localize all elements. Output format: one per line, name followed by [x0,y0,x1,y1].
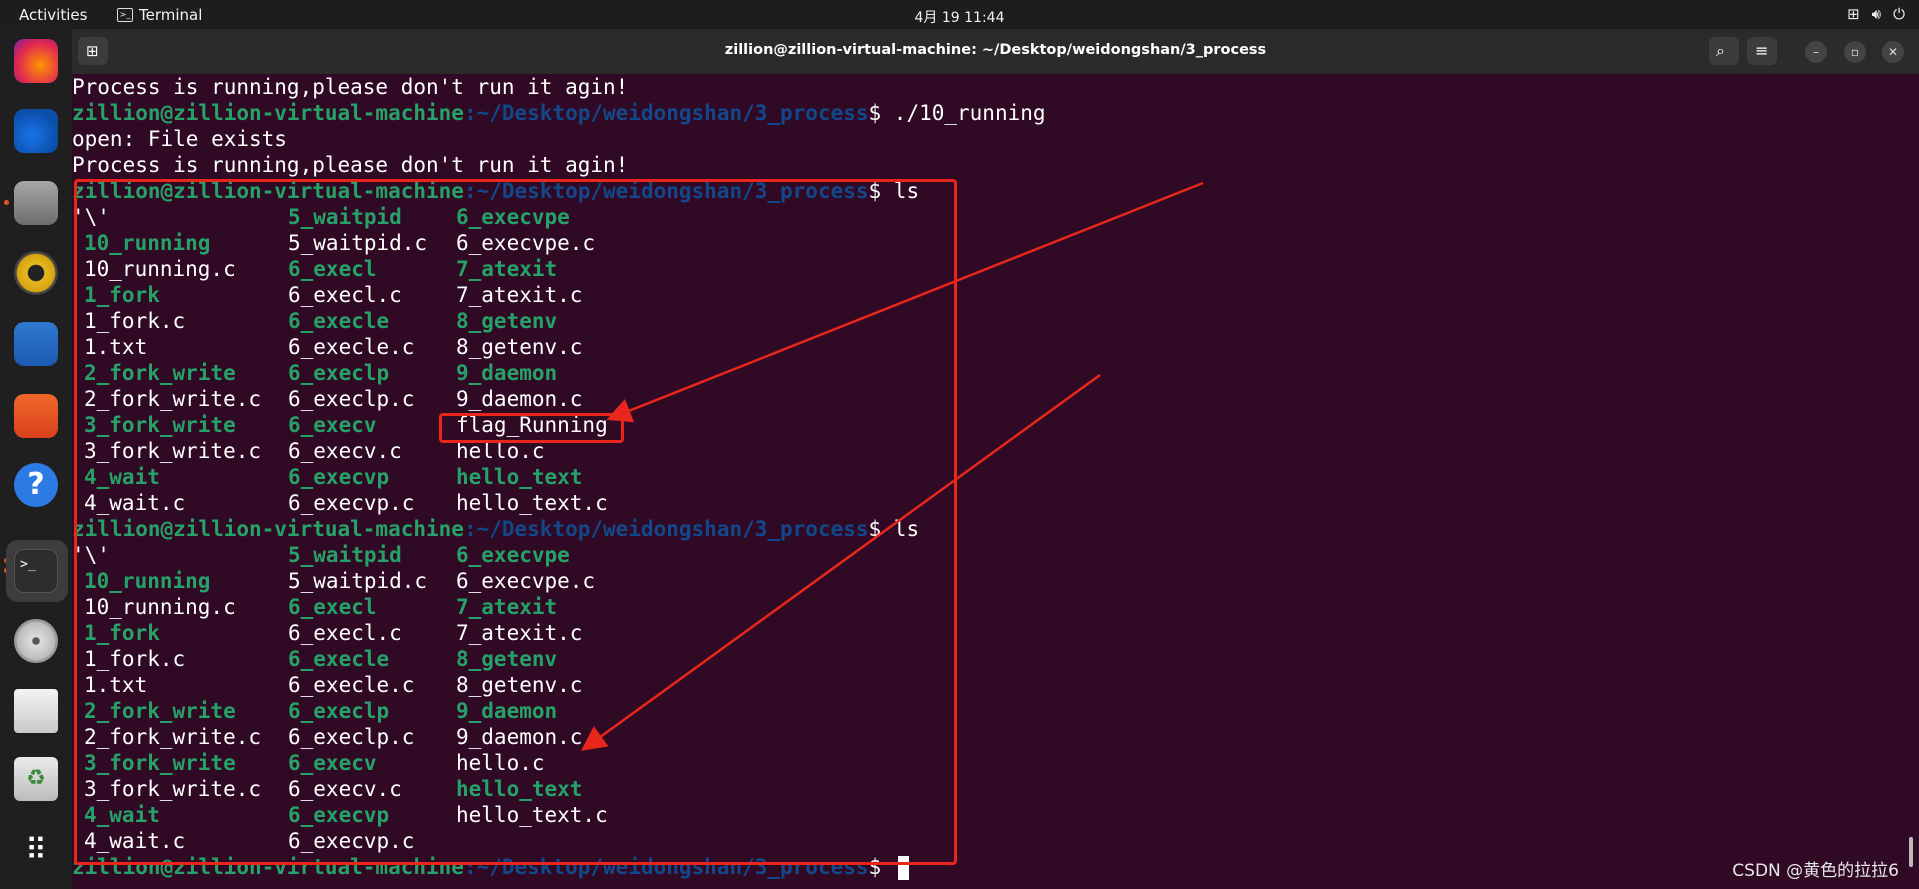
annotation-box-listings [74,179,957,865]
terminal-scrollbar[interactable] [1909,837,1913,867]
prompt-user: zillion@zillion-virtual-machine [72,101,464,125]
maximize-button[interactable]: ▫ [1844,41,1866,63]
ubuntu-software-icon[interactable] [14,394,58,438]
terminal-headerbar: ⊞ zillion@zillion-virtual-machine: ~/Des… [72,29,1919,74]
libreoffice-writer-icon[interactable] [14,322,58,366]
prompt-path: :~/Desktop/weidongshan/3_process [463,101,869,125]
thunderbird-icon[interactable] [14,109,58,153]
prompt-line: zillion@zillion-virtual-machine:~/Deskto… [72,100,1046,126]
dock: ? >_ ♻ ⠿ [0,29,72,889]
search-button[interactable]: ⌕ [1709,37,1739,65]
hamburger-menu-icon: ≡ [1755,41,1769,60]
close-button[interactable]: ✕ [1882,41,1904,63]
trash-icon[interactable]: ♻ [14,757,58,801]
output-line: Process is running,please don't run it a… [72,75,629,99]
minimize-button[interactable]: – [1805,41,1827,63]
annotation-box-flag-running [439,413,624,443]
clock[interactable]: 4月 19 11:44 [0,7,1919,27]
watermark: CSDN @黄色的拉拉6 [1732,861,1899,881]
output-line: open: File exists [72,127,287,151]
help-icon[interactable]: ? [14,463,58,507]
files-icon[interactable] [14,181,58,225]
system-tray[interactable]: ⊞ 🔊︎ ⏻ [1847,5,1905,23]
command: $ ./10_running [868,101,1046,125]
rhythmbox-icon[interactable] [14,251,58,295]
search-icon: ⌕ [1716,41,1725,60]
top-bar: Activities >_ Terminal 4月 19 11:44 ⊞ 🔊︎ … [0,0,1919,29]
window-title: zillion@zillion-virtual-machine: ~/Deskt… [724,42,1267,58]
dvd-icon[interactable] [14,619,58,663]
menu-button[interactable]: ≡ [1747,37,1777,65]
network-icon[interactable]: ⊞ [1847,5,1860,23]
volume-icon[interactable]: 🔊︎ [1872,5,1881,23]
terminal-icon[interactable]: >_ [14,549,58,593]
disk-image-icon[interactable] [14,689,58,733]
show-applications-icon[interactable]: ⠿ [14,831,58,875]
output-line: Process is running,please don't run it a… [72,153,629,177]
power-icon[interactable]: ⏻ [1893,5,1905,23]
firefox-icon[interactable] [14,39,58,83]
